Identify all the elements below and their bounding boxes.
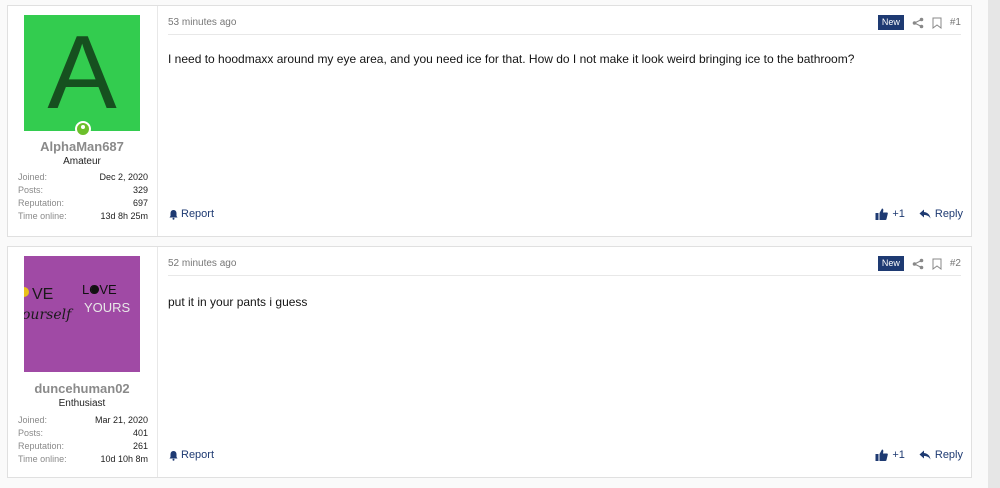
report-button[interactable]: Report — [168, 208, 214, 220]
stat-posts: Posts: 401 — [18, 427, 148, 440]
stat-value: Mar 21, 2020 — [94, 415, 148, 425]
stat-label: Joined: — [18, 415, 48, 425]
stat-value: Dec 2, 2020 — [99, 172, 148, 182]
user-info: VE LOVE ourself YOURS duncehuman02 Enthu… — [8, 247, 158, 477]
post: VE LOVE ourself YOURS duncehuman02 Enthu… — [7, 246, 972, 478]
reply-label: Reply — [934, 208, 963, 220]
like-button[interactable]: +1 — [875, 208, 905, 220]
stat-label: Posts: — [18, 428, 44, 438]
new-badge: New — [877, 256, 904, 271]
post-time[interactable]: 52 minutes ago — [168, 258, 236, 269]
stat-value: 10d 10h 8m — [100, 454, 148, 464]
post-body: put it in your pants i guess — [168, 295, 308, 309]
stat-value: 261 — [132, 441, 148, 451]
reply-label: Reply — [934, 449, 963, 461]
post-number[interactable]: #1 — [950, 17, 961, 28]
user-info: A AlphaMan687 Amateur Joined: Dec 2, 2020… — [8, 6, 158, 236]
reply-icon — [919, 450, 931, 460]
report-label: Report — [181, 449, 215, 461]
bookmark-icon[interactable] — [932, 17, 942, 29]
stat-value: 329 — [132, 185, 148, 195]
avatar-text-love: LOVE — [82, 282, 117, 297]
post-body: I need to hoodmaxx around my eye area, a… — [168, 52, 855, 66]
stat-reputation: Reputation: 261 — [18, 440, 148, 453]
stat-posts: Posts: 329 — [18, 184, 148, 197]
stat-reputation: Reputation: 697 — [18, 197, 148, 210]
stat-label: Reputation: — [18, 441, 65, 451]
share-icon[interactable] — [912, 17, 924, 29]
stat-label: Time online: — [18, 211, 67, 221]
stat-joined: Joined: Mar 21, 2020 — [18, 414, 148, 427]
stat-label: Reputation: — [18, 198, 65, 208]
user-stats: Joined: Mar 21, 2020 Posts: 401 Reputation… — [18, 414, 148, 466]
like-button[interactable]: +1 — [875, 449, 905, 461]
report-button[interactable]: Report — [168, 449, 214, 461]
like-count: +1 — [892, 449, 905, 461]
stat-joined: Joined: Dec 2, 2020 — [18, 171, 148, 184]
avatar-letter: A — [47, 15, 117, 131]
post-number[interactable]: #2 — [950, 258, 961, 269]
user-rank: Amateur — [63, 156, 101, 167]
avatar[interactable]: VE LOVE ourself YOURS — [24, 256, 140, 372]
reply-icon — [919, 209, 931, 219]
post-actions: +1 Reply — [875, 449, 963, 461]
online-status-icon — [75, 121, 91, 137]
avatar-image: VE LOVE ourself YOURS — [24, 282, 131, 323]
stat-label: Joined: — [18, 172, 48, 182]
user-stats: Joined: Dec 2, 2020 Posts: 329 Reputation:… — [18, 171, 148, 223]
stat-value: 401 — [132, 428, 148, 438]
username[interactable]: duncehuman02 — [8, 381, 156, 396]
reply-button[interactable]: Reply — [919, 449, 963, 461]
stat-value: 697 — [132, 198, 148, 208]
avatar[interactable]: A — [24, 15, 140, 131]
post-actions: +1 Reply — [875, 208, 963, 220]
post-meta: 52 minutes ago New #2 — [168, 253, 961, 276]
report-label: Report — [181, 208, 215, 220]
thumbs-up-icon — [875, 208, 889, 220]
new-badge: New — [877, 15, 904, 30]
post-meta-actions: New #2 — [877, 256, 961, 271]
post-footer: Report +1 Reply — [168, 208, 963, 222]
user-rank: Enthusiast — [58, 398, 106, 409]
post-footer: Report +1 Reply — [168, 449, 963, 463]
stat-time-online: Time online: 10d 10h 8m — [18, 453, 148, 466]
post-meta-actions: New #1 — [877, 15, 961, 30]
stat-time-online: Time online: 13d 8h 25m — [18, 210, 148, 223]
reply-button[interactable]: Reply — [919, 208, 963, 220]
avatar-text-ourself: ourself — [24, 307, 74, 323]
like-count: +1 — [892, 208, 905, 220]
post-meta: 53 minutes ago New #1 — [168, 12, 961, 35]
post-time[interactable]: 53 minutes ago — [168, 17, 236, 28]
share-icon[interactable] — [912, 258, 924, 270]
scrollbar-track[interactable] — [988, 0, 1000, 488]
avatar-text-ve: VE — [32, 286, 53, 303]
bookmark-icon[interactable] — [932, 258, 942, 270]
thumbs-up-icon — [875, 449, 889, 461]
post: A AlphaMan687 Amateur Joined: Dec 2, 2020… — [7, 5, 972, 237]
stat-label: Time online: — [18, 454, 67, 464]
bell-icon — [169, 209, 178, 220]
bell-icon — [169, 450, 178, 461]
post-content: 52 minutes ago New #2 put it in your pan… — [158, 247, 971, 477]
avatar-text-yours: YOURS — [84, 300, 131, 315]
stat-value: 13d 8h 25m — [100, 211, 148, 221]
post-content: 53 minutes ago New #1 I need to hoodmaxx… — [158, 6, 971, 236]
stat-label: Posts: — [18, 185, 44, 195]
username[interactable]: AlphaMan687 — [8, 139, 156, 154]
